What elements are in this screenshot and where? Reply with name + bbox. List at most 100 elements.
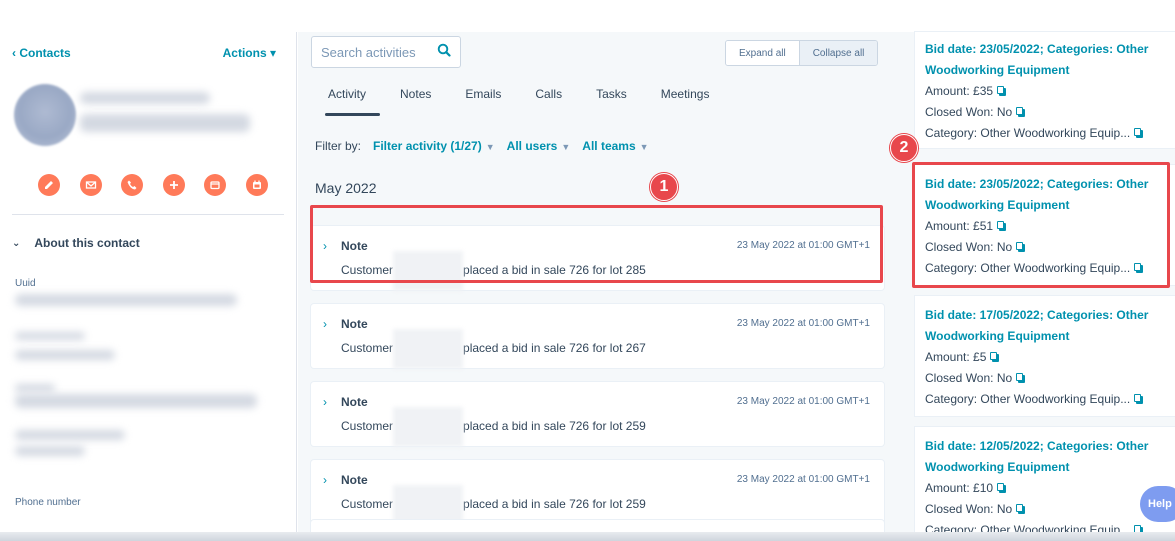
deal-closed-won: Closed Won: No xyxy=(925,368,1175,389)
tab-meetings[interactable]: Meetings xyxy=(661,87,710,115)
caret-down-icon: ▼ xyxy=(561,142,571,152)
month-heading: May 2022 xyxy=(315,180,377,196)
add-icon[interactable] xyxy=(162,174,185,196)
avatar xyxy=(14,84,76,146)
all-users-label: All users xyxy=(506,139,558,153)
calendar-icon[interactable] xyxy=(245,174,268,196)
note-prefix: Customer xyxy=(341,341,394,355)
collapse-all-button[interactable]: Collapse all xyxy=(798,41,878,65)
all-teams-dropdown[interactable]: All teams ▼ xyxy=(582,139,648,153)
timeline-note-card[interactable]: › Note 23 May 2022 at 01:00 GMT+1 Custom… xyxy=(311,460,884,525)
note-icon[interactable] xyxy=(38,174,60,196)
note-title[interactable]: Note xyxy=(341,239,368,253)
chevron-right-icon[interactable]: › xyxy=(323,317,327,331)
property-value-redacted xyxy=(15,350,115,360)
note-body: Customer placed a bid in sale 726 for lot… xyxy=(341,484,646,525)
tab-calls[interactable]: Calls xyxy=(535,87,562,115)
deal-closed-text: Closed Won: No xyxy=(925,371,1013,385)
deal-amount: Amount: £10 xyxy=(925,478,1175,499)
deal-card[interactable]: Bid date: 23/05/2022; Categories: Other … xyxy=(915,165,1175,285)
copy-icon[interactable] xyxy=(1134,263,1144,273)
deal-amount: Amount: £35 xyxy=(925,81,1175,102)
uuid-value-redacted xyxy=(15,294,237,306)
note-body: Customer placed a bid in sale 726 for lot… xyxy=(341,406,646,447)
deal-amount-text: Amount: £5 xyxy=(925,350,987,364)
deal-card[interactable]: Bid date: 23/05/2022; Categories: Other … xyxy=(915,32,1175,148)
search-placeholder: Search activities xyxy=(321,44,416,60)
timeline-note-card[interactable]: › Note 23 May 2022 at 01:00 GMT+1 Custom… xyxy=(311,382,884,447)
help-button[interactable]: Help xyxy=(1140,486,1175,522)
deal-amount: Amount: £5 xyxy=(925,347,1175,368)
note-title[interactable]: Note xyxy=(341,395,368,409)
tab-activity[interactable]: Activity xyxy=(324,87,381,116)
timeline-note-card[interactable]: › Note 23 May 2022 at 01:00 GMT+1 Custom… xyxy=(311,226,884,291)
deal-card[interactable]: Bid date: 12/05/2022; Categories: Other … xyxy=(915,427,1175,541)
copy-icon[interactable] xyxy=(1134,394,1144,404)
note-body: Customer placed a bid in sale 726 for lot… xyxy=(341,328,646,369)
uuid-label: Uuid xyxy=(15,278,36,289)
contact-name-redacted xyxy=(80,92,210,104)
chevron-right-icon[interactable]: › xyxy=(323,239,327,253)
copy-icon[interactable] xyxy=(997,483,1007,493)
deal-closed-won: Closed Won: No xyxy=(925,102,1175,123)
annotation-badge-2: 2 xyxy=(890,134,918,162)
all-teams-label: All teams xyxy=(582,139,636,153)
about-section-toggle[interactable]: ⌄ About this contact xyxy=(12,236,140,250)
deal-closed-text: Closed Won: No xyxy=(925,240,1013,254)
deal-title-link[interactable]: Bid date: 12/05/2022; Categories: Other … xyxy=(925,436,1161,478)
chevron-right-icon[interactable]: › xyxy=(323,395,327,409)
note-title[interactable]: Note xyxy=(341,473,368,487)
customer-name-redacted xyxy=(393,484,464,525)
deal-closed-text: Closed Won: No xyxy=(925,105,1013,119)
customer-name-redacted xyxy=(393,328,464,369)
deal-amount-text: Amount: £51 xyxy=(925,219,994,233)
note-date: 23 May 2022 at 01:00 GMT+1 xyxy=(736,474,870,485)
all-users-dropdown[interactable]: All users ▼ xyxy=(507,139,571,153)
deal-closed-won: Closed Won: No xyxy=(925,499,1175,520)
back-to-contacts-link[interactable]: ‹ Contacts xyxy=(12,46,71,60)
tab-tasks[interactable]: Tasks xyxy=(596,87,627,115)
deal-closed-text: Closed Won: No xyxy=(925,502,1013,516)
deal-category: Category: Other Woodworking Equip... xyxy=(925,123,1175,144)
sidebar-header: ‹ Contacts Actions ▾ xyxy=(12,46,276,62)
actions-dropdown[interactable]: Actions ▾ xyxy=(223,46,276,60)
filter-bar: Filter by: Filter activity (1/27) ▼ All u… xyxy=(315,139,649,153)
deal-title-link[interactable]: Bid date: 23/05/2022; Categories: Other … xyxy=(925,39,1161,81)
contact-action-row xyxy=(38,174,268,196)
deal-card[interactable]: Bid date: 17/05/2022; Categories: Other … xyxy=(915,296,1175,416)
deals-pane: Bid date: 23/05/2022; Categories: Other … xyxy=(898,32,1175,541)
copy-icon[interactable] xyxy=(997,221,1007,231)
copy-icon[interactable] xyxy=(1134,128,1144,138)
phone-number-label: Phone number xyxy=(15,497,81,508)
note-date: 23 May 2022 at 01:00 GMT+1 xyxy=(736,318,870,329)
note-text: placed a bid in sale 726 for lot 259 xyxy=(463,497,646,511)
timeline-note-card[interactable]: › Note 23 May 2022 at 01:00 GMT+1 Custom… xyxy=(311,304,884,369)
call-icon[interactable] xyxy=(121,174,144,196)
customer-name-redacted xyxy=(393,406,464,447)
copy-icon[interactable] xyxy=(1016,242,1026,252)
contact-sidebar: ‹ Contacts Actions ▾ ⌄ About this contac… xyxy=(0,32,297,541)
tab-notes[interactable]: Notes xyxy=(400,87,431,115)
deal-title-link[interactable]: Bid date: 23/05/2022; Categories: Other … xyxy=(925,174,1161,216)
deal-amount: Amount: £51 xyxy=(925,216,1175,237)
tab-emails[interactable]: Emails xyxy=(465,87,501,115)
copy-icon[interactable] xyxy=(1016,504,1026,514)
note-date: 23 May 2022 at 01:00 GMT+1 xyxy=(736,240,870,251)
property-label-redacted xyxy=(15,430,125,440)
copy-icon[interactable] xyxy=(997,86,1007,96)
search-icon[interactable] xyxy=(437,43,451,62)
meeting-icon[interactable] xyxy=(204,174,227,196)
filter-activity-dropdown[interactable]: Filter activity (1/27) ▼ xyxy=(373,139,495,153)
chevron-right-icon[interactable]: › xyxy=(323,473,327,487)
copy-icon[interactable] xyxy=(990,352,1000,362)
deal-category-text: Category: Other Woodworking Equip... xyxy=(925,392,1131,406)
expand-all-button[interactable]: Expand all xyxy=(726,41,799,65)
deal-category-text: Category: Other Woodworking Equip... xyxy=(925,126,1131,140)
email-icon[interactable] xyxy=(79,174,102,196)
copy-icon[interactable] xyxy=(1016,373,1026,383)
copy-icon[interactable] xyxy=(1016,107,1026,117)
deal-title-link[interactable]: Bid date: 17/05/2022; Categories: Other … xyxy=(925,305,1161,347)
about-section-label: About this contact xyxy=(34,236,140,250)
note-title[interactable]: Note xyxy=(341,317,368,331)
search-activities-input[interactable]: Search activities xyxy=(311,36,461,68)
